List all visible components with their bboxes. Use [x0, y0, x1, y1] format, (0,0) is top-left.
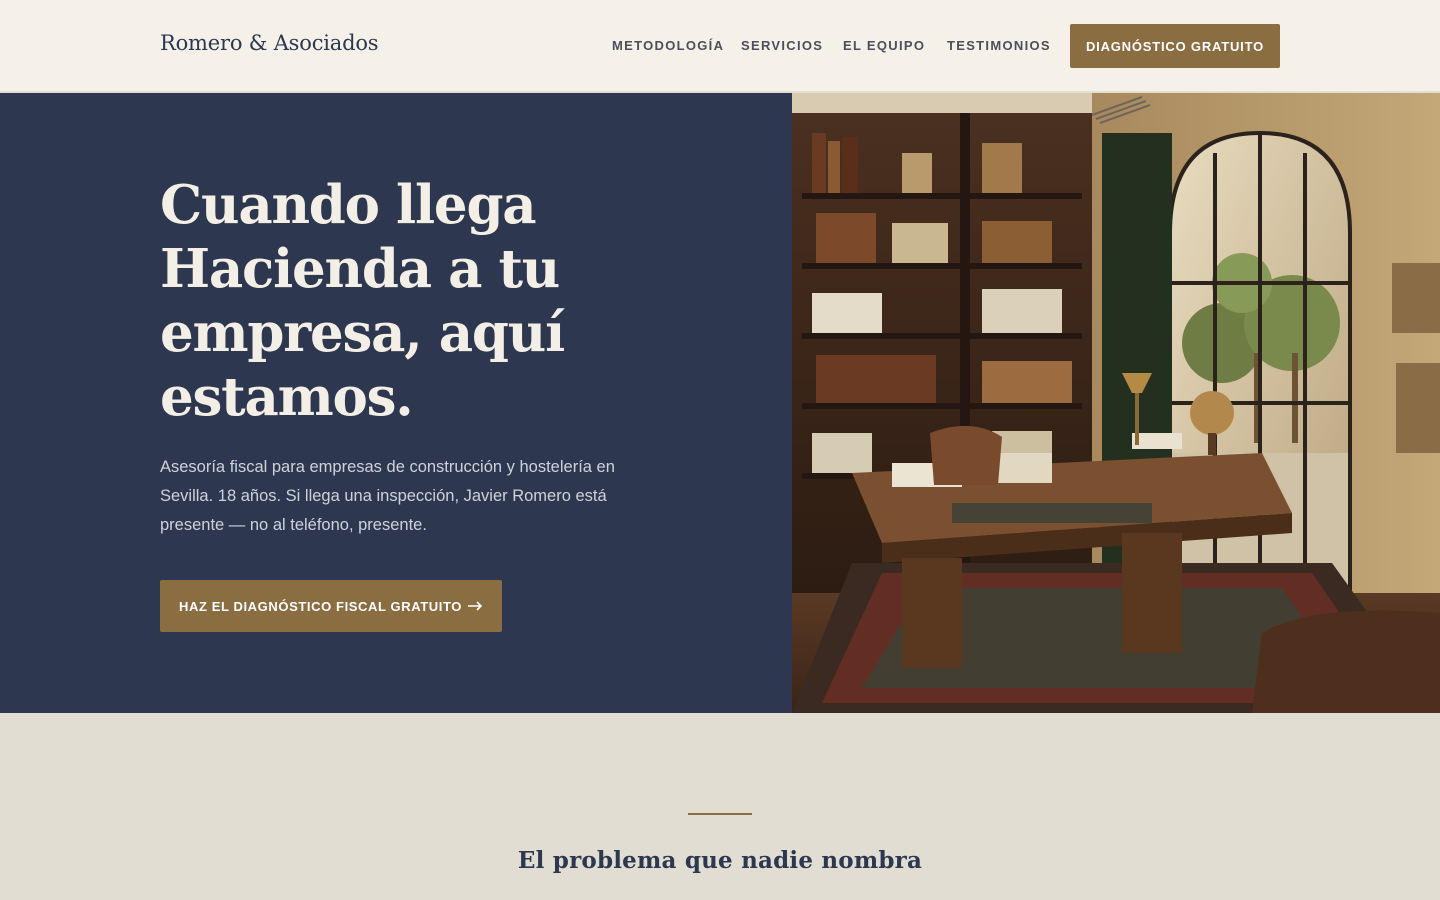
hero-cta-button[interactable]: HAZ EL DIAGNÓSTICO FISCAL GRATUITO	[160, 580, 502, 632]
section-title: El problema que nadie nombra	[517, 847, 923, 874]
hero-subtitle: Asesoría fiscal para empresas de constru…	[160, 458, 615, 534]
site-header: Romero & Asociados METODOLOGÍA SERVICIOS…	[0, 0, 1440, 92]
nav-item-el-equipo[interactable]: EL EQUIPO	[843, 38, 925, 53]
hero-title: Cuando llega Hacienda a tu empresa, aquí…	[160, 174, 565, 428]
arrow-right-icon	[468, 599, 483, 614]
nav-item-testimonios[interactable]: TESTIMONIOS	[947, 38, 1051, 53]
hero-cta-label: HAZ EL DIAGNÓSTICO FISCAL GRATUITO	[178, 598, 463, 614]
nav-item-servicios[interactable]: SERVICIOS	[741, 38, 823, 53]
hero-office-image	[792, 93, 1440, 713]
nav-item-metodologia[interactable]: METODOLOGÍA	[612, 38, 724, 53]
header-cta-button[interactable]: DIAGNÓSTICO GRATUITO	[1070, 24, 1280, 68]
section-divider	[688, 813, 752, 815]
hero-section: Cuando llega Hacienda a tu empresa, aquí…	[0, 93, 1440, 713]
hero-text-panel: Cuando llega Hacienda a tu empresa, aquí…	[0, 93, 792, 713]
problem-section: El problema que nadie nombra	[0, 713, 1440, 900]
